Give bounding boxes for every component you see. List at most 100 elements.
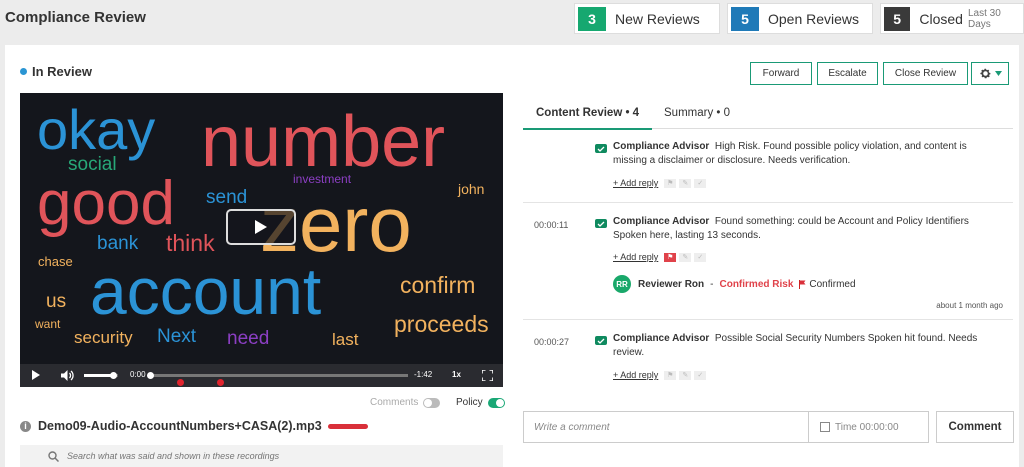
info-icon[interactable]: i bbox=[20, 420, 31, 432]
avatar: RR bbox=[613, 275, 631, 293]
volume-slider[interactable] bbox=[84, 372, 118, 379]
progress-bar[interactable] bbox=[147, 372, 408, 386]
wordcloud-word: us bbox=[46, 291, 67, 312]
forward-button[interactable]: Forward bbox=[750, 62, 812, 85]
check-icon[interactable]: ✓ bbox=[694, 370, 707, 380]
chevron-down-icon bbox=[994, 71, 1002, 76]
edit-icon[interactable]: ✎ bbox=[679, 178, 692, 188]
comments-toggle-label: Comments bbox=[370, 397, 419, 408]
wordcloud-word: bank bbox=[97, 233, 139, 254]
comment-button[interactable]: Comment bbox=[936, 411, 1014, 443]
flag-icon bbox=[799, 279, 806, 289]
page-title: Compliance Review bbox=[5, 9, 146, 26]
time-label: Time 00:00:00 bbox=[835, 421, 899, 433]
wordcloud-word: proceeds bbox=[394, 311, 489, 337]
top-bar: Compliance Review 3 New Reviews 5 Open R… bbox=[0, 0, 1024, 38]
wordcloud-word: confirm bbox=[400, 272, 476, 298]
stat-label: New Reviews bbox=[615, 10, 700, 27]
file-name: Demo09-Audio-AccountNumbers+CASA(2).mp3 bbox=[38, 419, 322, 433]
search-input[interactable] bbox=[67, 451, 467, 461]
add-reply-link[interactable]: + Add reply bbox=[613, 370, 658, 380]
add-reply-link[interactable]: + Add reply bbox=[613, 252, 658, 262]
remaining-time: -1:42 bbox=[414, 370, 433, 379]
feed-message: Compliance Advisor Possible Social Secur… bbox=[613, 332, 983, 360]
stat-label: Open Reviews bbox=[768, 10, 860, 27]
separator: - bbox=[710, 278, 714, 290]
toggle-switch[interactable] bbox=[487, 397, 505, 408]
stat-closed[interactable]: 5 Closed Last 30 Days bbox=[880, 3, 1024, 34]
settings-dropdown-button[interactable] bbox=[971, 62, 1009, 85]
flag-icon[interactable]: ⚑ bbox=[664, 252, 677, 262]
review-card: In Review Forward Escalate Close Review … bbox=[5, 45, 1019, 467]
time-checkbox-field[interactable]: Time 00:00:00 bbox=[809, 411, 929, 443]
stat-sub-label: Last 30 Days bbox=[967, 7, 1001, 30]
fullscreen-icon[interactable] bbox=[482, 370, 493, 381]
comment-input[interactable]: Write a comment bbox=[523, 411, 809, 443]
play-icon bbox=[255, 220, 267, 234]
feed-entry: 00:00:27 Compliance Advisor Possible Soc… bbox=[523, 320, 1013, 400]
author-name: Compliance Advisor bbox=[613, 216, 710, 227]
comments-toggle[interactable]: Comments bbox=[370, 397, 441, 408]
time-checkbox[interactable] bbox=[820, 422, 830, 432]
wordcloud-word: need bbox=[227, 328, 270, 349]
confirmed-label: Confirmed bbox=[809, 278, 856, 290]
advisor-icon bbox=[595, 219, 607, 228]
reply-row: + Add reply ⚑ ✎ ✓ bbox=[613, 178, 707, 188]
play-overlay-button[interactable] bbox=[226, 209, 296, 245]
feed-message: Compliance Advisor High Risk. Found poss… bbox=[613, 140, 983, 168]
entry-timestamp[interactable]: 00:00:11 bbox=[534, 220, 568, 230]
check-icon[interactable]: ✓ bbox=[694, 252, 707, 262]
tab-summary[interactable]: Summary • 0 bbox=[651, 97, 743, 128]
check-icon[interactable]: ✓ bbox=[694, 178, 707, 188]
add-reply-link[interactable]: + Add reply bbox=[613, 178, 658, 188]
advisor-icon bbox=[595, 336, 607, 345]
toggle-switch[interactable] bbox=[423, 397, 441, 408]
gear-icon bbox=[979, 68, 991, 79]
status-dot-icon bbox=[20, 68, 27, 75]
wordcloud-word: chase bbox=[38, 254, 73, 269]
edit-icon[interactable]: ✎ bbox=[679, 252, 692, 262]
close-review-button[interactable]: Close Review bbox=[883, 62, 968, 85]
wordcloud-word: last bbox=[332, 330, 359, 349]
comment-bar: Write a comment Time 00:00:00 Comment bbox=[523, 411, 1014, 443]
policy-toggle-label: Policy bbox=[456, 397, 483, 408]
wordcloud-word: okay bbox=[37, 98, 156, 161]
author-name: Compliance Advisor bbox=[613, 333, 710, 344]
reviewer-response: RR Reviewer Ron - Confirmed Risk Confirm… bbox=[613, 275, 856, 293]
volume-icon[interactable] bbox=[61, 370, 74, 381]
wordcloud-word: john bbox=[458, 181, 485, 197]
escalate-button[interactable]: Escalate bbox=[817, 62, 878, 85]
tab-content-review[interactable]: Content Review • 4 bbox=[523, 97, 653, 130]
stat-count: 5 bbox=[884, 6, 911, 31]
video-player[interactable]: okay number social investment good send … bbox=[20, 93, 503, 387]
stat-open-reviews[interactable]: 5 Open Reviews bbox=[727, 3, 873, 34]
stat-label: Closed bbox=[919, 10, 963, 27]
wordcloud-word: account bbox=[90, 254, 322, 328]
search-icon bbox=[48, 450, 59, 462]
wordcloud-word: want bbox=[35, 317, 61, 331]
wordcloud-word: good bbox=[37, 169, 175, 238]
status-label: In Review bbox=[32, 64, 92, 79]
edit-icon[interactable]: ✎ bbox=[679, 370, 692, 380]
review-status: In Review bbox=[20, 64, 92, 79]
feed-message: Compliance Advisor Found something: coul… bbox=[613, 215, 983, 243]
risk-marker[interactable] bbox=[177, 379, 184, 386]
risk-marker[interactable] bbox=[217, 379, 224, 386]
risk-level-bar bbox=[327, 423, 368, 429]
stat-new-reviews[interactable]: 3 New Reviews bbox=[574, 3, 720, 34]
wordcloud-word: send bbox=[206, 187, 248, 208]
wordcloud-word: Next bbox=[157, 326, 197, 347]
reviewer-name: Reviewer Ron bbox=[638, 278, 705, 290]
risk-status: Confirmed Risk bbox=[719, 278, 794, 290]
flag-icon[interactable]: ⚑ bbox=[664, 370, 677, 380]
flag-icon[interactable]: ⚑ bbox=[664, 178, 677, 188]
playback-speed[interactable]: 1x bbox=[452, 370, 461, 379]
policy-toggle[interactable]: Policy bbox=[456, 397, 505, 408]
wordcloud-word: security bbox=[74, 328, 133, 347]
play-icon[interactable] bbox=[31, 369, 41, 381]
reply-row: + Add reply ⚑ ✎ ✓ bbox=[613, 370, 707, 380]
reply-row: + Add reply ⚑ ✎ ✓ bbox=[613, 252, 707, 262]
transcript-search bbox=[20, 445, 503, 467]
feed-entry: Compliance Advisor High Risk. Found poss… bbox=[523, 131, 1013, 203]
entry-timestamp[interactable]: 00:00:27 bbox=[534, 337, 569, 347]
